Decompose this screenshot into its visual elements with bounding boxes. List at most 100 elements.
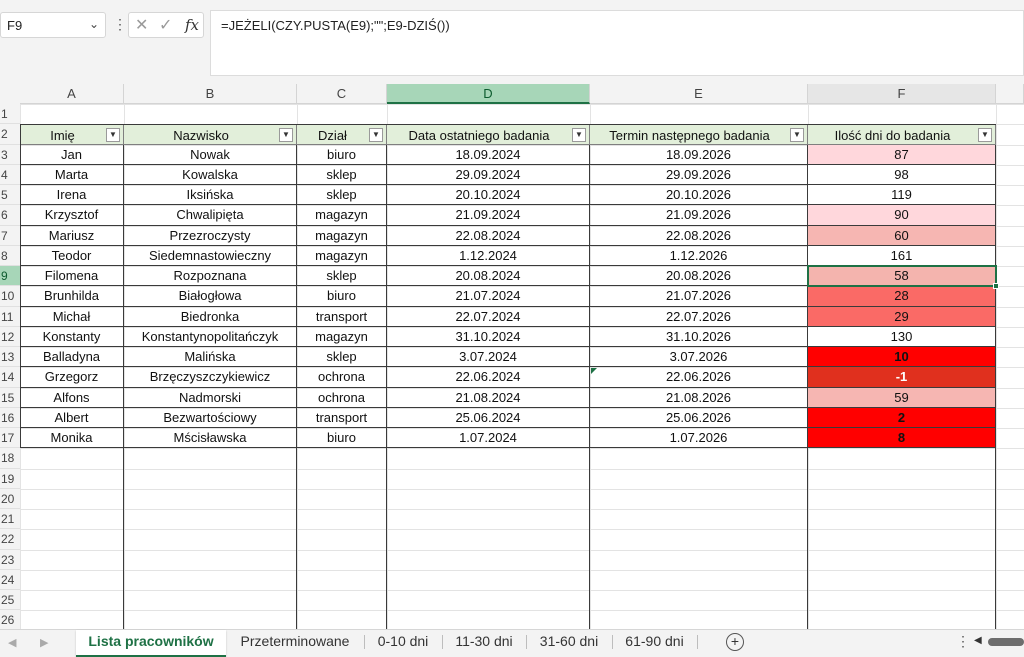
table-cell-imie[interactable]: Irena: [20, 185, 124, 206]
row-header-17[interactable]: 17: [0, 428, 20, 449]
row-header-24[interactable]: 24: [0, 569, 20, 590]
table-cell-ostatnie[interactable]: 3.07.2024: [387, 347, 590, 368]
table-cell-nastepne[interactable]: 21.08.2026: [590, 387, 808, 408]
table-cell-ostatnie[interactable]: 21.08.2024: [387, 387, 590, 408]
row-header-4[interactable]: 4: [0, 164, 20, 185]
table-cell-ostatnie[interactable]: 18.09.2024: [387, 144, 590, 165]
table-cell-nastepne[interactable]: 21.07.2026: [590, 286, 808, 307]
table-cell-nazwisko[interactable]: Konstantynopolitańczyk: [124, 326, 297, 347]
row-header-21[interactable]: 21: [0, 509, 20, 530]
row-header-5[interactable]: 5: [0, 185, 20, 206]
row-header-23[interactable]: 23: [0, 549, 20, 570]
table-cell-dni[interactable]: 161: [808, 245, 996, 266]
more-vertical-icon[interactable]: ⋮: [113, 16, 127, 33]
row-header-20[interactable]: 20: [0, 488, 20, 509]
table-cell-nazwisko[interactable]: Rozpoznana: [124, 266, 297, 287]
table-cell-nazwisko[interactable]: Siedemnastowieczny: [124, 245, 297, 266]
scrollbar-thumb[interactable]: [988, 638, 1024, 646]
row-header-18[interactable]: 18: [0, 448, 20, 469]
table-cell-dzial[interactable]: sklep: [297, 164, 387, 185]
table-cell-nastepne[interactable]: 29.09.2026: [590, 164, 808, 185]
row-header-22[interactable]: 22: [0, 529, 20, 550]
table-cell-ostatnie[interactable]: 21.09.2024: [387, 205, 590, 226]
table-cell-ostatnie[interactable]: 22.08.2024: [387, 225, 590, 246]
column-header-c[interactable]: C: [297, 84, 387, 104]
table-cell-dni[interactable]: 10: [808, 347, 996, 368]
table-cell-ostatnie[interactable]: 1.07.2024: [387, 428, 590, 449]
table-cell-nastepne[interactable]: 18.09.2026: [590, 144, 808, 165]
filter-dropdown-icon[interactable]: ▼: [279, 128, 293, 143]
table-cell-dni[interactable]: 119: [808, 185, 996, 206]
table-cell-imie[interactable]: Konstanty: [20, 326, 124, 347]
add-sheet-button[interactable]: +: [726, 633, 744, 651]
table-cell-dzial[interactable]: magazyn: [297, 245, 387, 266]
table-cell-ostatnie[interactable]: 31.10.2024: [387, 326, 590, 347]
row-header-12[interactable]: 12: [0, 326, 20, 347]
formula-input[interactable]: =JEŻELI(CZY.PUSTA(E9);"";E9-DZIŚ()): [210, 10, 1024, 76]
table-cell-nastepne[interactable]: 25.06.2026: [590, 407, 808, 428]
table-cell-nazwisko[interactable]: Nowak: [124, 144, 297, 165]
table-cell-nazwisko[interactable]: Brzęczyszczykiewicz: [124, 367, 297, 388]
filter-dropdown-icon[interactable]: ▼: [369, 128, 383, 143]
table-cell-imie[interactable]: Filomena: [20, 266, 124, 287]
row-header-14[interactable]: 14: [0, 367, 20, 388]
function-fx-icon[interactable]: fx: [185, 16, 199, 34]
table-cell-imie[interactable]: Grzegorz: [20, 367, 124, 388]
table-cell-imie[interactable]: Balladyna: [20, 347, 124, 368]
column-header-b[interactable]: B: [124, 84, 297, 104]
table-cell-ostatnie[interactable]: 1.12.2024: [387, 245, 590, 266]
row-header-13[interactable]: 13: [0, 347, 20, 368]
table-cell-nazwisko[interactable]: Mścisławska: [124, 428, 297, 449]
select-all-corner[interactable]: [0, 84, 20, 104]
table-cell-nazwisko[interactable]: Iksińska: [124, 185, 297, 206]
table-cell-dzial[interactable]: transport: [297, 407, 387, 428]
table-cell-nazwisko[interactable]: Białogłowa: [124, 286, 297, 307]
table-cell-imie[interactable]: Teodor: [20, 245, 124, 266]
column-header-e[interactable]: E: [590, 84, 808, 104]
filter-dropdown-icon[interactable]: ▼: [790, 128, 804, 143]
row-header-9[interactable]: 9: [0, 266, 20, 287]
column-header-f[interactable]: F: [808, 84, 996, 104]
table-cell-dzial[interactable]: transport: [297, 306, 387, 327]
table-cell-dzial[interactable]: ochrona: [297, 387, 387, 408]
cancel-x-icon[interactable]: ✕: [135, 15, 148, 35]
filter-dropdown-icon[interactable]: ▼: [978, 128, 992, 143]
table-cell-dni[interactable]: 90: [808, 205, 996, 226]
table-cell-dzial[interactable]: biuro: [297, 428, 387, 449]
sheet-tab[interactable]: Lista pracowników: [76, 630, 226, 657]
table-cell-dni[interactable]: 60: [808, 225, 996, 246]
table-cell-dni[interactable]: 2: [808, 407, 996, 428]
row-header-16[interactable]: 16: [0, 407, 20, 428]
row-header-25[interactable]: 25: [0, 590, 20, 611]
row-header-8[interactable]: 8: [0, 245, 20, 266]
table-cell-ostatnie[interactable]: 20.10.2024: [387, 185, 590, 206]
table-cell-dzial[interactable]: sklep: [297, 347, 387, 368]
chevron-down-icon[interactable]: ⌄: [89, 17, 99, 31]
row-header-7[interactable]: 7: [0, 225, 20, 246]
table-cell-nazwisko[interactable]: Bezwartościowy: [124, 407, 297, 428]
row-header-3[interactable]: 3: [0, 144, 20, 165]
table-cell-nazwisko[interactable]: Kowalska: [124, 164, 297, 185]
table-cell-dzial[interactable]: magazyn: [297, 205, 387, 226]
row-header-26[interactable]: 26: [0, 610, 20, 629]
table-cell-imie[interactable]: Albert: [20, 407, 124, 428]
row-header-19[interactable]: 19: [0, 468, 20, 489]
table-cell-imie[interactable]: Brunhilda: [20, 286, 124, 307]
table-cell-nazwisko[interactable]: Biedronka: [124, 306, 297, 327]
sheet-tab[interactable]: 11-30 dni: [442, 630, 526, 657]
table-cell-ostatnie[interactable]: 29.09.2024: [387, 164, 590, 185]
name-box[interactable]: F9 ⌄: [0, 12, 106, 38]
table-cell-nastepne[interactable]: 22.06.2026: [590, 367, 808, 388]
table-cell-imie[interactable]: Alfons: [20, 387, 124, 408]
table-cell-ostatnie[interactable]: 25.06.2024: [387, 407, 590, 428]
table-cell-dzial[interactable]: magazyn: [297, 225, 387, 246]
table-cell-nastepne[interactable]: 31.10.2026: [590, 326, 808, 347]
table-cell-nastepne[interactable]: 21.09.2026: [590, 205, 808, 226]
table-cell-nazwisko[interactable]: Chwalipięta: [124, 205, 297, 226]
row-header-15[interactable]: 15: [0, 387, 20, 408]
table-cell-nastepne[interactable]: 20.10.2026: [590, 185, 808, 206]
table-cell-dzial[interactable]: sklep: [297, 266, 387, 287]
table-cell-imie[interactable]: Krzysztof: [20, 205, 124, 226]
fill-handle[interactable]: [993, 283, 999, 290]
table-cell-imie[interactable]: Marta: [20, 164, 124, 185]
